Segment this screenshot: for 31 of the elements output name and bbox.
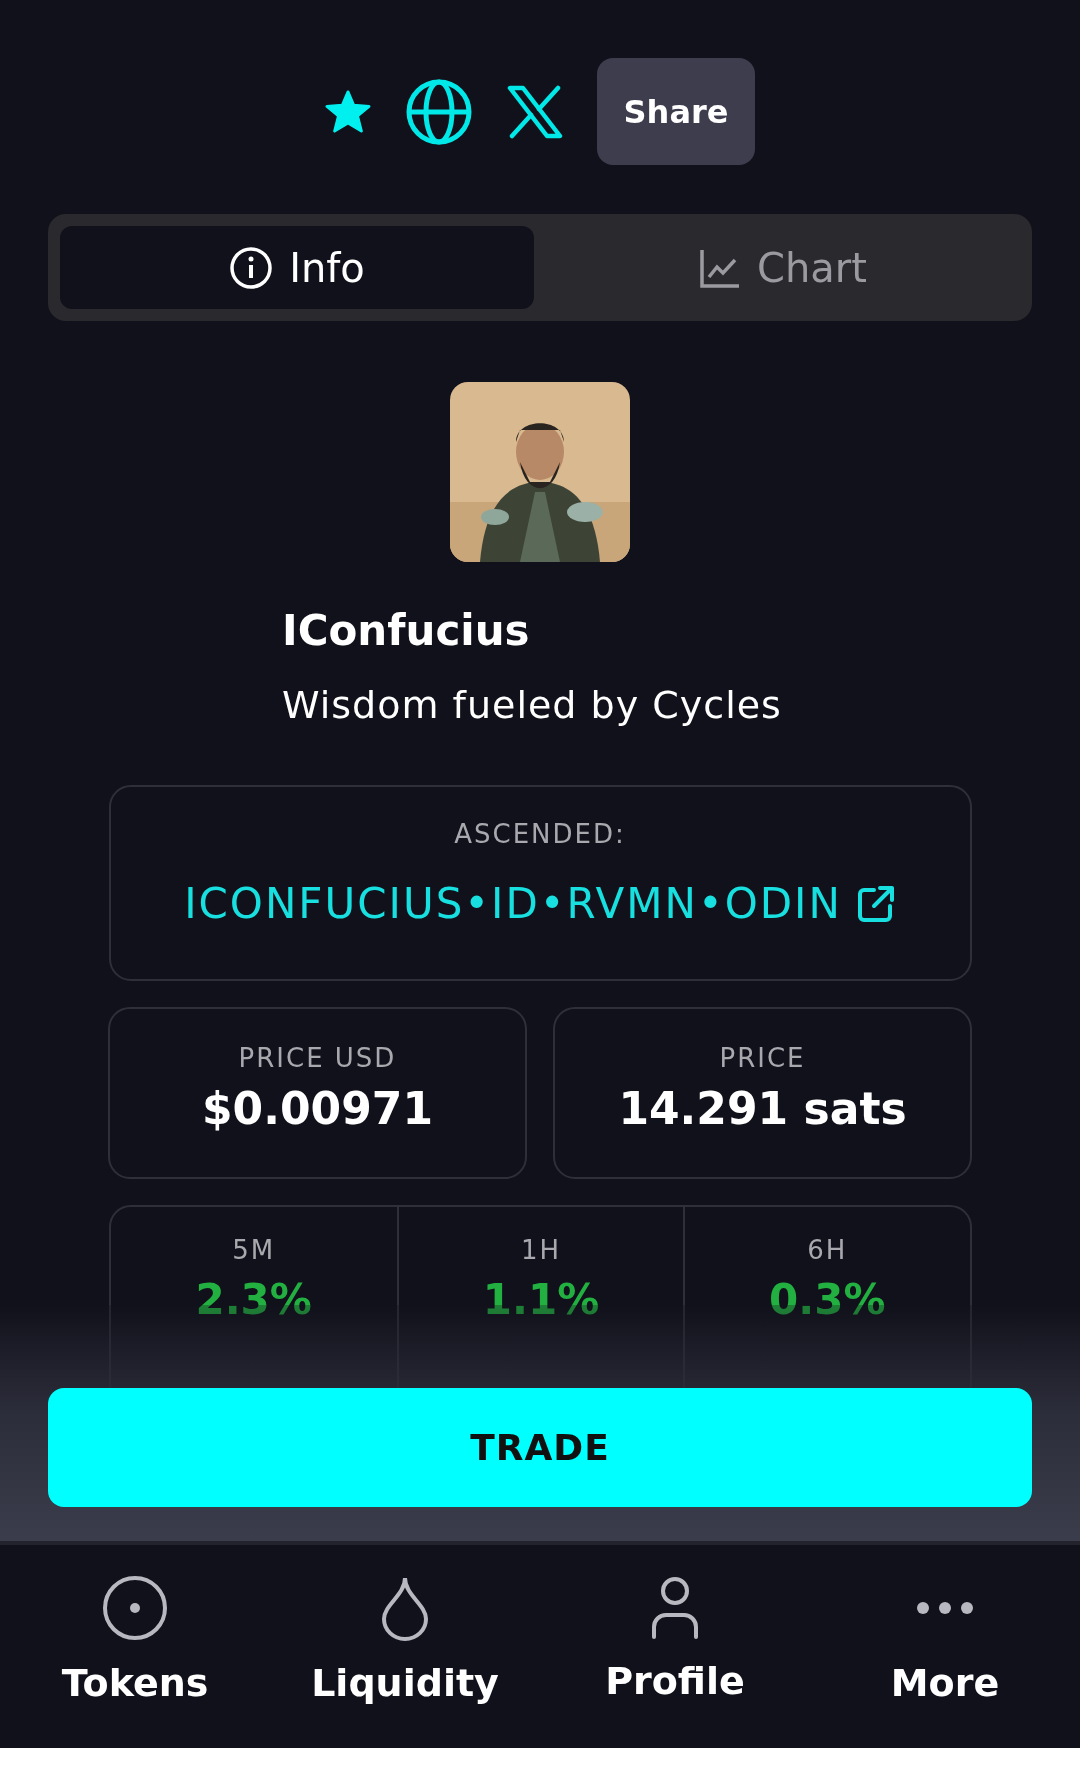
- x-logo-icon[interactable]: [507, 84, 563, 139]
- person-icon: [650, 1575, 700, 1639]
- globe-icon[interactable]: [405, 77, 473, 146]
- drop-icon: [380, 1575, 430, 1641]
- tab[interactable]: Info: [60, 226, 534, 309]
- period-label: 1H: [520, 1235, 562, 1265]
- more-icon: [917, 1602, 973, 1614]
- change-value: 1.1%: [482, 1275, 600, 1324]
- nav-item[interactable]: Liquidity: [270, 1545, 540, 1748]
- price-value: $0.00971: [202, 1083, 433, 1134]
- token-tagline: Wisdom fueled by Cycles: [282, 683, 782, 727]
- share-button[interactable]: Share: [597, 58, 755, 165]
- trade-button[interactable]: TRADE: [48, 1388, 1032, 1507]
- token-name: IConfucius: [282, 606, 530, 655]
- external-link-icon: [855, 883, 896, 924]
- tab[interactable]: Chart: [546, 226, 1020, 309]
- price-value: 14.291 sats: [618, 1083, 907, 1134]
- rune-link[interactable]: ICONFUCIUS•ID•RVMN•ODIN: [184, 879, 896, 928]
- period-label: 6H: [807, 1235, 848, 1265]
- ascended-label: ASCENDED:: [454, 819, 626, 849]
- change-value: 2.3%: [195, 1275, 312, 1324]
- star-icon[interactable]: [325, 89, 371, 134]
- nav-item[interactable]: Profile: [540, 1545, 810, 1748]
- nav-item[interactable]: Tokens: [0, 1545, 270, 1748]
- change-value: 0.3%: [769, 1275, 886, 1324]
- info-icon: [229, 245, 274, 290]
- circle-dot-icon: [102, 1575, 168, 1641]
- nav-item[interactable]: More: [810, 1545, 1080, 1748]
- price-label: PRICE USD: [238, 1043, 397, 1073]
- period-label: 5M: [232, 1235, 276, 1265]
- price-label: PRICE: [719, 1043, 806, 1073]
